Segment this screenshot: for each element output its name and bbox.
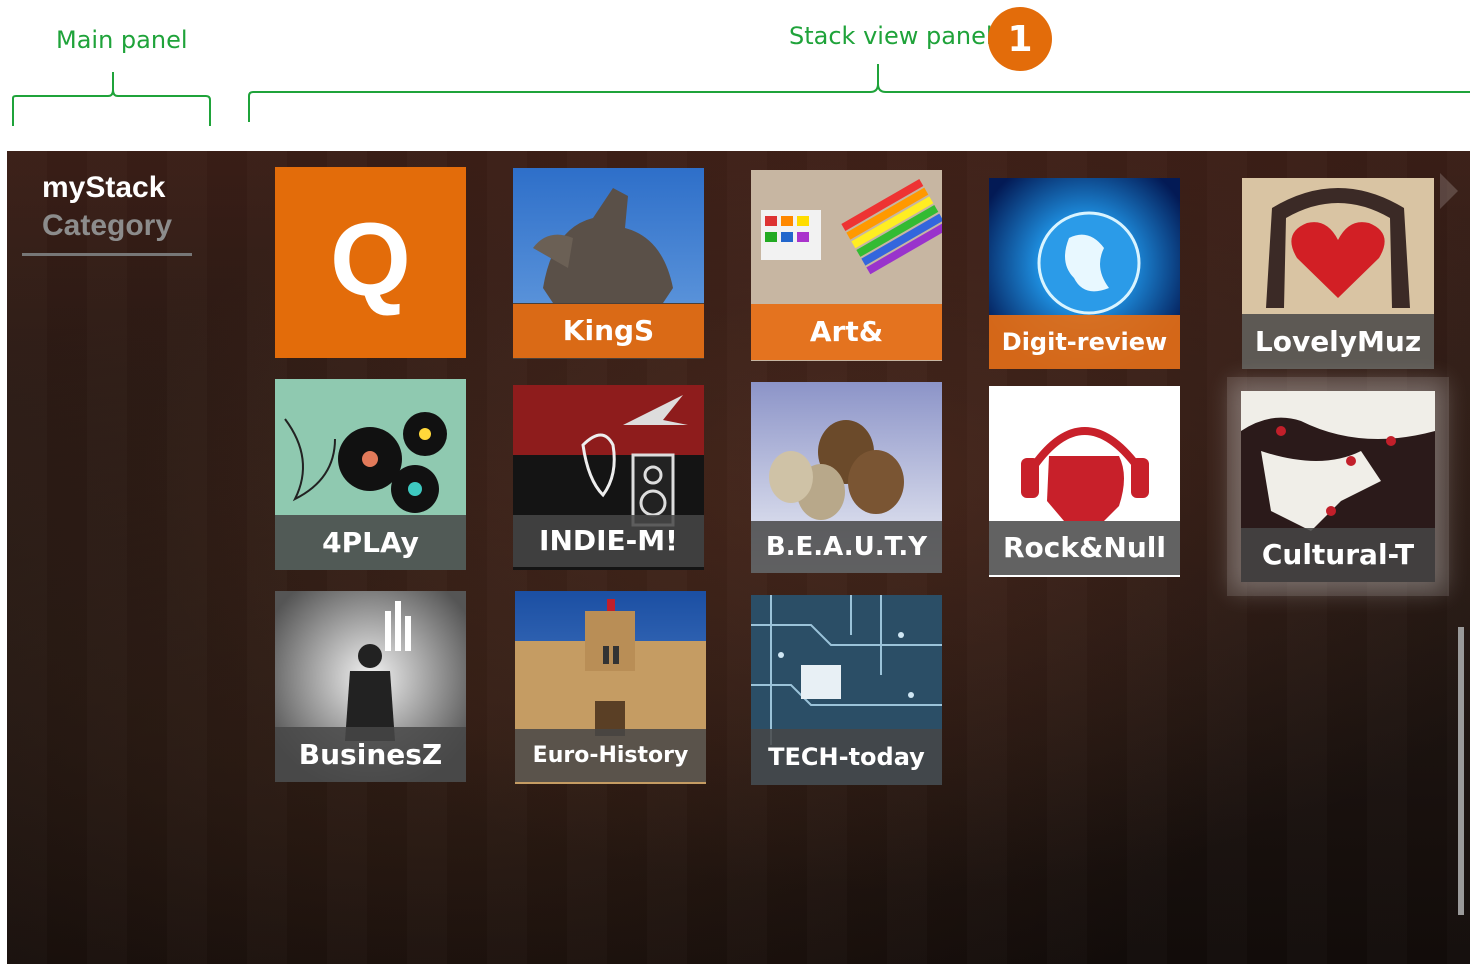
tile-cultural-t[interactable]: Cultural-T [1241, 391, 1435, 582]
tile-tech-today[interactable]: TECH-today [751, 595, 942, 785]
tile-digit-review[interactable]: Digit-review [989, 178, 1180, 369]
tile-lovelymuz[interactable]: LovelyMuz [1242, 178, 1434, 369]
annotation-brackets [12, 64, 1470, 126]
tile-art[interactable]: Art& [751, 170, 942, 361]
tile-beauty-label: B.E.A.U.T.Y [751, 521, 942, 573]
tile-art-label: Art& [751, 304, 942, 360]
tile-4play-label: 4PLAy [275, 515, 466, 570]
tile-rock-null[interactable]: Rock&Null [989, 386, 1180, 577]
app-title: myStack [42, 171, 166, 204]
main-panel-annotation: Main panel [56, 26, 188, 54]
tile-businesz[interactable]: BusinesZ [275, 591, 466, 782]
tile-cultural-t-label: Cultural-T [1241, 528, 1435, 582]
tile-beauty[interactable]: B.E.A.U.T.Y [751, 382, 942, 573]
scrollbar[interactable] [1458, 627, 1464, 915]
tile-lovelymuz-label: LovelyMuz [1242, 314, 1434, 369]
category-link[interactable]: Category [42, 209, 192, 243]
tile-rock-null-label: Rock&Null [989, 521, 1180, 575]
tile-indie-m-label: INDIE-M! [513, 515, 704, 567]
tile-indie-m[interactable]: INDIE-M! [513, 385, 704, 570]
tile-4play[interactable]: 4PLAy [275, 379, 466, 570]
tile-tech-today-label: TECH-today [751, 729, 942, 785]
search-tile[interactable]: Q [275, 167, 466, 358]
stack-view-panel-annotation: Stack view panel [789, 22, 993, 50]
main-panel-divider [22, 253, 192, 256]
tile-euro-history-label: Euro-History [515, 729, 706, 782]
tile-kings-label: KingS [513, 304, 704, 358]
search-tile-label: Q [330, 202, 411, 318]
tile-businesz-label: BusinesZ [275, 727, 466, 782]
callout-badge: 1 [988, 7, 1052, 71]
tile-digit-review-label: Digit-review [989, 315, 1180, 369]
app-window: myStack Category Q KingS Art& Digit-revi… [7, 151, 1470, 964]
tile-euro-history[interactable]: Euro-History [515, 591, 706, 784]
scroll-right-icon[interactable] [1440, 173, 1458, 209]
tile-kings[interactable]: KingS [513, 168, 704, 359]
main-panel: myStack Category [22, 171, 192, 256]
